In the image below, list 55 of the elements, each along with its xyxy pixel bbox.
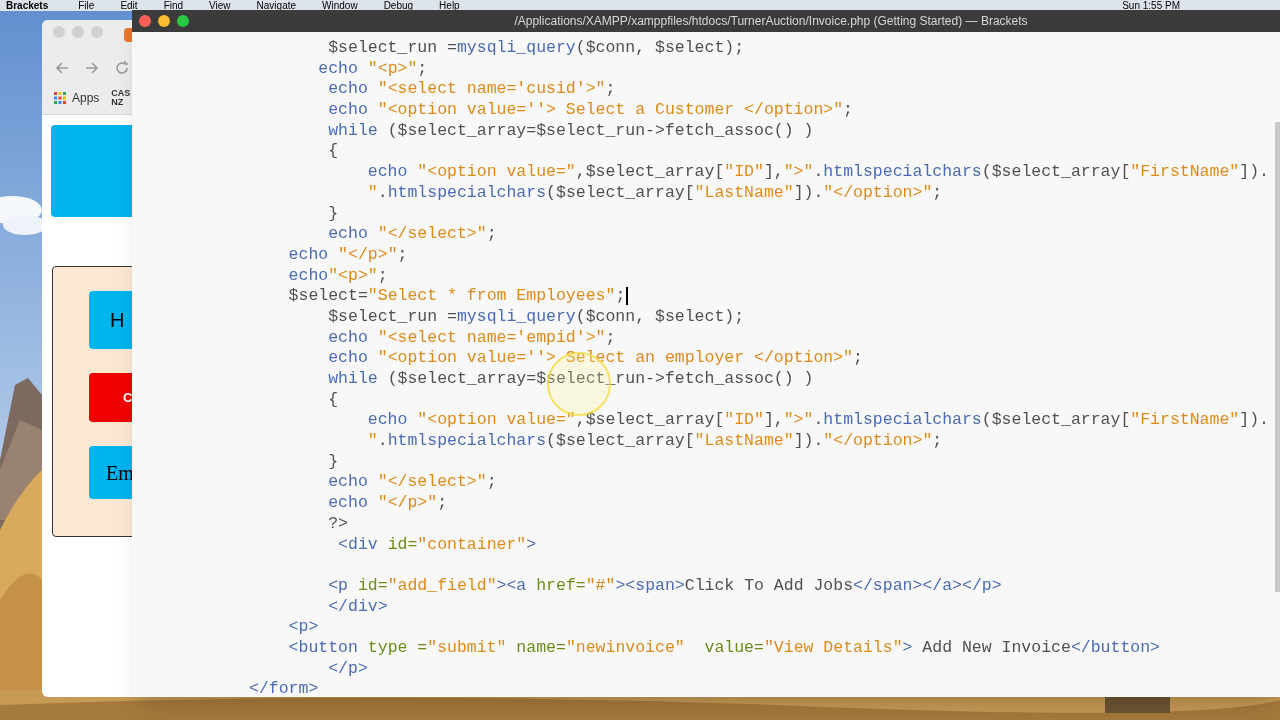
nav-button[interactable]: C — [89, 373, 132, 422]
code-line: } — [327, 451, 339, 473]
code-line: echo "<option value=",$select_array["ID"],">".htmlspecialchars($select_array["FirstName"]). — [366, 410, 1269, 432]
window-control-icon[interactable] — [53, 26, 65, 38]
code-line: echo "<option value=",$select_array["ID"],">".htmlspecialchars($select_array["FirstName"]). — [366, 162, 1269, 183]
code-line: while ($select_array=$select_run->fetch_assoc() ) — [327, 120, 814, 142]
back-icon[interactable] — [54, 60, 70, 76]
reload-icon[interactable] — [114, 60, 130, 76]
code-line: <p> — [287, 617, 319, 638]
menu-bar-clock: Sun 1:55 PM — [1122, 0, 1180, 11]
maximize-icon[interactable] — [177, 15, 189, 27]
code-line: </div> — [327, 596, 388, 618]
bookmark-link[interactable]: CAS NZ — [111, 89, 130, 107]
code-line: <p id="add_field"><a href="#"><span>Click To Add Jobs</span></a></p> — [327, 575, 1002, 597]
code-line: echo"<p>"; — [287, 265, 388, 287]
code-line: } — [327, 203, 339, 225]
apps-grid-icon[interactable] — [54, 92, 66, 104]
scroll-bar[interactable] — [1275, 122, 1280, 592]
code-line: echo "<option value=''> Select a Customer </option>"; — [327, 100, 853, 121]
code-line: ".htmlspecialchars($select_array["LastName"])."</option>"; — [366, 431, 943, 452]
window-control-icon[interactable] — [72, 26, 84, 38]
code-line: $select_run =mysqli_query($conn, $select); — [327, 38, 745, 59]
menu-item[interactable]: Find — [163, 0, 184, 11]
code-line: { — [327, 141, 339, 163]
code-line: $select="Select * from Employees"; — [287, 286, 628, 307]
menu-item[interactable]: View — [209, 0, 231, 11]
forward-icon[interactable] — [84, 60, 100, 76]
code-line: </p> — [327, 658, 368, 680]
close-icon[interactable] — [139, 15, 151, 27]
nav-button[interactable]: H — [89, 291, 132, 349]
code-line: ?> — [327, 513, 349, 535]
code-line: echo "</p>"; — [287, 244, 408, 266]
window-control-icon[interactable] — [91, 26, 103, 38]
code-line: echo "<select name='cusid'>"; — [327, 79, 616, 101]
code-line: echo "<p>"; — [317, 58, 428, 80]
menu-item[interactable]: Navigate — [256, 0, 297, 11]
menu-item[interactable]: Edit — [120, 0, 138, 11]
code-line: echo "</select>"; — [327, 472, 497, 494]
code-line: echo "</p>"; — [327, 493, 448, 514]
code-line: echo "<select name='empid'>"; — [327, 327, 616, 349]
menu-item[interactable]: Help — [439, 0, 460, 11]
menu-item[interactable]: Window — [322, 0, 358, 11]
code-line: { — [327, 389, 339, 411]
window-title: /Applications/XAMPP/xamppfiles/htdocs/TurnerAuction/Invoice.php (Getting Started) — Brackets — [513, 13, 1028, 30]
menu-item[interactable]: Debug — [383, 0, 414, 11]
minimize-icon[interactable] — [158, 15, 170, 27]
code-line: echo "</select>"; — [327, 224, 497, 245]
code-line: <button type ="submit" name="newinvoice" value="View Details"> Add New Invoice</button> — [287, 637, 1160, 659]
code-line: </form> — [249, 679, 319, 697]
bookmark-link[interactable]: Apps — [72, 89, 100, 107]
app-menu[interactable]: Brackets — [6, 0, 49, 11]
code-line: $select_run =mysqli_query($conn, $select); — [327, 306, 745, 328]
menu-item[interactable]: File — [78, 0, 95, 11]
code-line: ".htmlspecialchars($select_array["LastName"])."</option>"; — [366, 182, 943, 204]
code-line: <div id="container"> — [337, 534, 537, 556]
